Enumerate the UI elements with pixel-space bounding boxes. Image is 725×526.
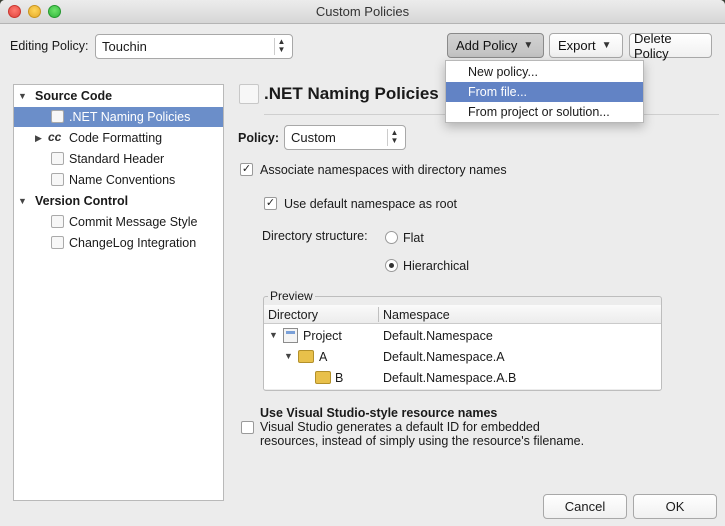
- preview-directory: B: [335, 371, 344, 385]
- add-policy-label: Add Policy: [456, 38, 518, 53]
- expanded-triangle-icon[interactable]: ▼: [18, 196, 27, 206]
- tree-item-label: Commit Message Style: [69, 215, 198, 229]
- table-row[interactable]: ▼ Project Default.Namespace: [264, 326, 661, 346]
- hierarchical-radio-label: Hierarchical: [403, 259, 469, 273]
- table-row[interactable]: B Default.Namespace.A.B: [264, 368, 661, 388]
- flat-radio[interactable]: [385, 231, 398, 244]
- expanded-triangle-icon[interactable]: ▼: [284, 351, 293, 361]
- menu-item-from-project-or-solution[interactable]: From project or solution...: [446, 102, 643, 122]
- tree-item-label: Code Formatting: [69, 131, 163, 145]
- preview-namespace: Default.Namespace.A: [383, 350, 505, 364]
- column-divider[interactable]: [378, 307, 379, 322]
- title-bar: Custom Policies: [0, 0, 725, 24]
- window-title: Custom Policies: [315, 4, 410, 19]
- preview-directory: A: [319, 350, 328, 364]
- associate-namespaces-label: Associate namespaces with directory name…: [260, 163, 507, 177]
- folder-icon: [315, 371, 331, 384]
- cancel-label: Cancel: [564, 499, 606, 514]
- export-button[interactable]: Export ▼: [549, 33, 623, 58]
- add-policy-button[interactable]: Add Policy ▼: [447, 33, 544, 58]
- tree-item-label: .NET Naming Policies: [69, 110, 191, 124]
- custom-policies-window: Custom Policies Editing Policy: Touchin …: [0, 0, 725, 526]
- item-checkbox[interactable]: [51, 110, 64, 123]
- chevron-down-icon: ▼: [601, 40, 612, 51]
- cancel-button[interactable]: Cancel: [543, 494, 627, 519]
- editing-policy-select[interactable]: Touchin ▲ ▼: [95, 34, 293, 59]
- code-formatting-icon: cc: [48, 130, 62, 144]
- delete-policy-label: Delete Policy: [634, 30, 672, 61]
- tree-group-version-control[interactable]: ▼ Version Control: [14, 191, 223, 211]
- editing-policy-label: Editing Policy:: [10, 39, 89, 53]
- preview-table: Directory Namespace ▼ Project Default.Na…: [264, 305, 661, 389]
- preview-table-header: Directory Namespace: [264, 305, 661, 324]
- collapsed-triangle-icon[interactable]: ▶: [35, 133, 42, 144]
- tree-item-net-naming-policies[interactable]: .NET Naming Policies: [14, 107, 223, 127]
- tree-item-standard-header[interactable]: Standard Header: [14, 149, 223, 169]
- item-checkbox[interactable]: [51, 173, 64, 186]
- associate-namespaces-checkbox[interactable]: ✓: [240, 163, 253, 176]
- table-row[interactable]: ▼ A Default.Namespace.A: [264, 347, 661, 367]
- policy-category-tree: ▼ Source Code .NET Naming Policies ▶ cc …: [13, 84, 224, 501]
- ok-button[interactable]: OK: [633, 494, 717, 519]
- column-header-directory[interactable]: Directory: [268, 308, 318, 322]
- item-checkbox[interactable]: [51, 236, 64, 249]
- page-title: .NET Naming Policies: [264, 84, 439, 103]
- tree-item-label: ChangeLog Integration: [69, 236, 197, 250]
- vs-style-resource-names-checkbox[interactable]: [241, 421, 254, 434]
- preview-namespace: Default.Namespace: [383, 329, 493, 343]
- item-checkbox[interactable]: [51, 152, 64, 165]
- folder-icon: [298, 350, 314, 363]
- menu-item-new-policy[interactable]: New policy...: [446, 62, 643, 82]
- policy-label: Policy:: [238, 131, 279, 145]
- updown-chevron-icon: ▲ ▼: [387, 129, 401, 146]
- vs-style-title: Use Visual Studio-style resource names: [260, 406, 498, 420]
- directory-structure-label: Directory structure:: [262, 229, 368, 243]
- tree-group-source-code[interactable]: ▼ Source Code: [14, 86, 223, 106]
- tree-group-label: Source Code: [35, 89, 113, 103]
- add-policy-menu: New policy... From file... From project …: [445, 60, 644, 123]
- ok-label: OK: [665, 499, 685, 514]
- vs-style-description-line1: Visual Studio generates a default ID for…: [260, 420, 540, 434]
- preview-directory: Project: [303, 329, 342, 343]
- item-checkbox[interactable]: [51, 215, 64, 228]
- policy-select-value: Custom: [291, 130, 336, 145]
- expanded-triangle-icon[interactable]: ▼: [269, 330, 278, 340]
- delete-policy-button[interactable]: Delete Policy: [629, 30, 712, 61]
- vs-style-description-line2: resources, instead of simply using the r…: [260, 434, 585, 448]
- editing-policy-value: Touchin: [102, 39, 147, 54]
- flat-radio-label: Flat: [403, 231, 424, 245]
- tree-item-label: Name Conventions: [69, 173, 176, 187]
- tree-item-changelog-integration[interactable]: ChangeLog Integration: [14, 233, 223, 253]
- tree-group-label: Version Control: [35, 194, 129, 208]
- tree-item-name-conventions[interactable]: Name Conventions: [14, 170, 223, 190]
- expanded-triangle-icon[interactable]: ▼: [18, 91, 27, 101]
- preview-namespace: Default.Namespace.A.B: [383, 371, 517, 385]
- column-header-namespace[interactable]: Namespace: [383, 308, 450, 322]
- use-default-namespace-label: Use default namespace as root: [284, 197, 458, 211]
- project-icon: [283, 328, 298, 343]
- updown-chevron-icon: ▲ ▼: [274, 38, 288, 55]
- hierarchical-radio[interactable]: [385, 259, 398, 272]
- tree-item-label: Standard Header: [69, 152, 165, 166]
- panel-title-icon: [239, 84, 259, 104]
- use-default-namespace-checkbox[interactable]: ✓: [264, 197, 277, 210]
- preview-group-label: Preview: [268, 289, 315, 303]
- policy-select[interactable]: Custom ▲ ▼: [284, 125, 406, 150]
- menu-item-from-file[interactable]: From file...: [446, 82, 643, 102]
- tree-item-code-formatting[interactable]: ▶ cc Code Formatting: [14, 128, 223, 148]
- chevron-down-icon: ▼: [523, 40, 534, 51]
- tree-item-commit-message-style[interactable]: Commit Message Style: [14, 212, 223, 232]
- export-label: Export: [558, 38, 596, 53]
